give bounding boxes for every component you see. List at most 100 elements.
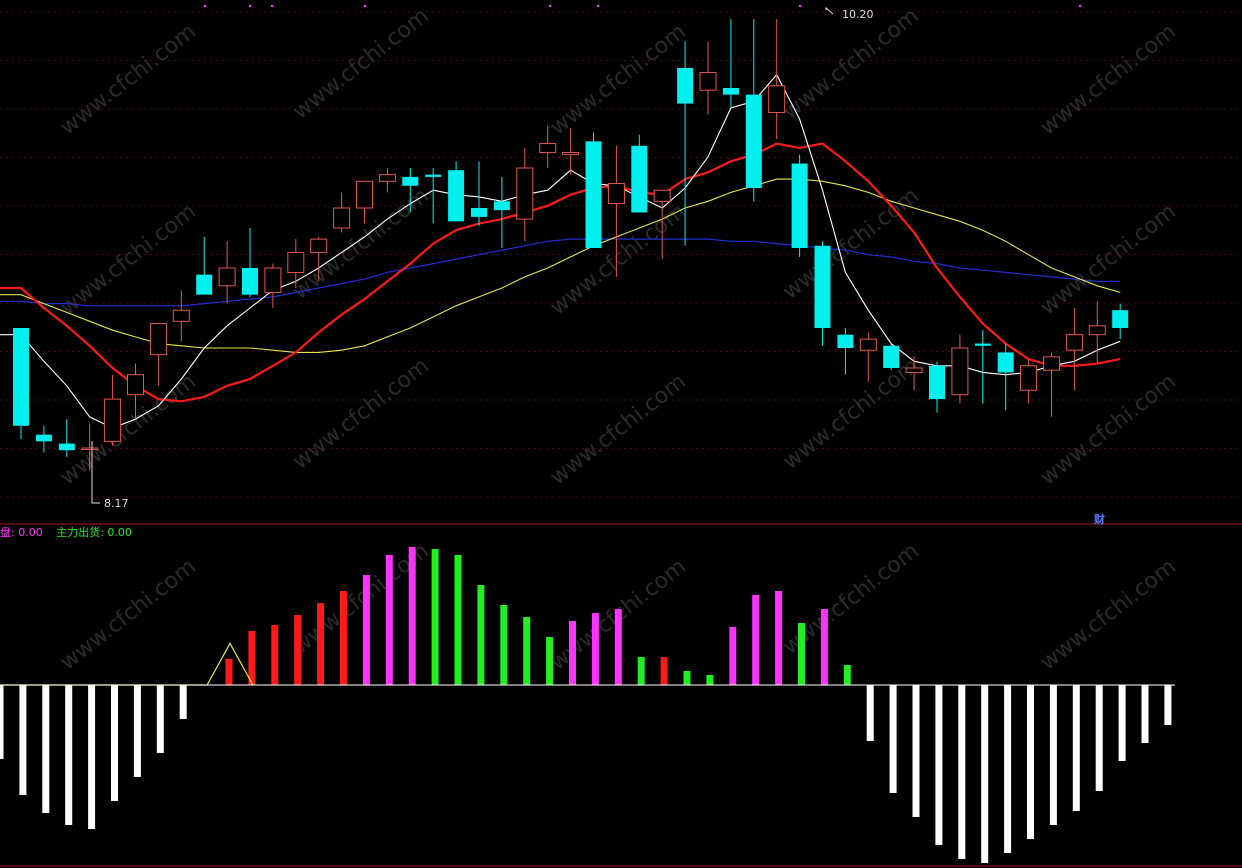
indicator-bar xyxy=(477,585,485,685)
candle xyxy=(883,343,900,371)
watermark-text: www.cfchi.com xyxy=(56,199,201,320)
candle-body xyxy=(448,170,465,222)
top-marker-dot xyxy=(798,4,802,8)
watermark-text: www.cfchi.com xyxy=(56,554,201,675)
candle-body xyxy=(1065,334,1083,351)
indicator-bar xyxy=(88,685,96,829)
indicator-bar xyxy=(19,685,27,795)
indicator-bar xyxy=(500,605,508,685)
candle-body xyxy=(883,345,900,368)
indicator-bar xyxy=(65,685,73,825)
top-marker-dot xyxy=(1078,4,1082,8)
indicator-bar xyxy=(1118,685,1126,761)
candle-body xyxy=(378,174,396,182)
candle-body xyxy=(287,251,305,273)
indicator-bar xyxy=(729,627,737,685)
indicator-bar xyxy=(546,637,554,685)
candle xyxy=(1043,352,1060,417)
indicator-bar xyxy=(843,665,851,685)
candle xyxy=(1088,301,1106,364)
candle xyxy=(516,148,534,242)
indicator-bar xyxy=(706,675,714,685)
candle-body xyxy=(745,94,762,188)
candle-body xyxy=(585,141,602,248)
candle-body xyxy=(929,365,945,400)
candle xyxy=(699,41,717,115)
candle xyxy=(974,330,991,404)
candle xyxy=(471,161,487,226)
indicator-bar xyxy=(225,659,233,685)
candle-body xyxy=(493,201,510,211)
candle-body xyxy=(997,352,1014,373)
candle-body xyxy=(699,71,717,91)
indicator-bar xyxy=(111,685,118,801)
watermark-text: www.cfchi.com xyxy=(546,19,691,140)
watermark-text: www.cfchi.com xyxy=(288,353,433,474)
candle xyxy=(951,334,969,404)
candle-body xyxy=(516,167,534,220)
watermark-layer: www.cfchi.com www.cfchi.com www.cfchi.com w… xyxy=(56,3,1181,675)
candle xyxy=(104,374,122,446)
candle xyxy=(745,19,762,202)
candle-body xyxy=(310,238,328,253)
candle xyxy=(585,132,602,248)
candle xyxy=(378,168,396,193)
indicator-bar xyxy=(179,685,187,719)
candle-body xyxy=(218,267,236,287)
indicator-bar xyxy=(431,549,439,685)
candle xyxy=(929,361,945,413)
indicator-bar xyxy=(1072,685,1080,811)
candle-body xyxy=(149,323,167,356)
candle xyxy=(837,328,854,375)
indicator-bar xyxy=(248,631,256,685)
indicator-bar xyxy=(775,591,783,685)
candle-body xyxy=(974,343,991,346)
candle-body xyxy=(471,208,487,217)
top-marker-dot xyxy=(248,4,252,8)
candle xyxy=(997,343,1014,411)
indicator-bar xyxy=(569,621,576,685)
finance-marker-badge[interactable]: 财 xyxy=(1094,511,1105,527)
candle-body xyxy=(859,338,877,351)
watermark-text: www.cfchi.com xyxy=(288,3,433,124)
candle-body xyxy=(653,189,671,202)
candle-body xyxy=(631,145,648,213)
candle-body xyxy=(196,274,213,295)
watermark-text: www.cfchi.com xyxy=(778,353,923,474)
candle-body xyxy=(35,434,52,442)
indicator-bar xyxy=(1095,685,1103,791)
indicator-bar xyxy=(294,615,302,685)
candle xyxy=(791,154,808,257)
indicator-bar xyxy=(523,617,531,685)
candle-body xyxy=(1020,365,1038,391)
candle-body xyxy=(104,398,122,442)
watermark-text: www.cfchi.com xyxy=(1036,369,1181,490)
candle xyxy=(13,328,29,440)
indicator-bar xyxy=(0,685,4,759)
indicator-bar xyxy=(752,595,760,685)
legend-item-pan: 盘: 0.00 xyxy=(0,526,43,539)
top-marker-dot xyxy=(596,4,600,8)
indicator-bar xyxy=(1141,685,1149,743)
watermark-text: www.cfchi.com xyxy=(546,199,691,320)
indicator-bar xyxy=(820,609,828,685)
candle-body xyxy=(1043,356,1060,371)
candle xyxy=(196,236,213,295)
candle-body xyxy=(814,245,831,328)
low-price-label: 8.17 xyxy=(104,497,129,510)
top-marker-dot xyxy=(363,4,367,8)
top-marker-dot xyxy=(203,4,207,8)
watermark-text: www.cfchi.com xyxy=(1036,199,1181,320)
watermark-text: www.cfchi.com xyxy=(1036,554,1181,675)
indicator-bar xyxy=(614,609,622,685)
legend-item-main-selling: 主力出货: 0.00 xyxy=(56,526,132,539)
chart-canvas: www.cfchi.com www.cfchi.com www.cfchi.com w… xyxy=(0,3,1242,867)
top-marker-dots xyxy=(203,4,1082,8)
candle-body xyxy=(242,268,258,295)
indicator-bar xyxy=(340,591,347,685)
candle-body xyxy=(402,176,419,186)
indicator-bar xyxy=(912,685,920,817)
watermark-text: www.cfchi.com xyxy=(56,19,201,140)
candle xyxy=(1112,303,1129,340)
candle-body xyxy=(333,207,351,229)
